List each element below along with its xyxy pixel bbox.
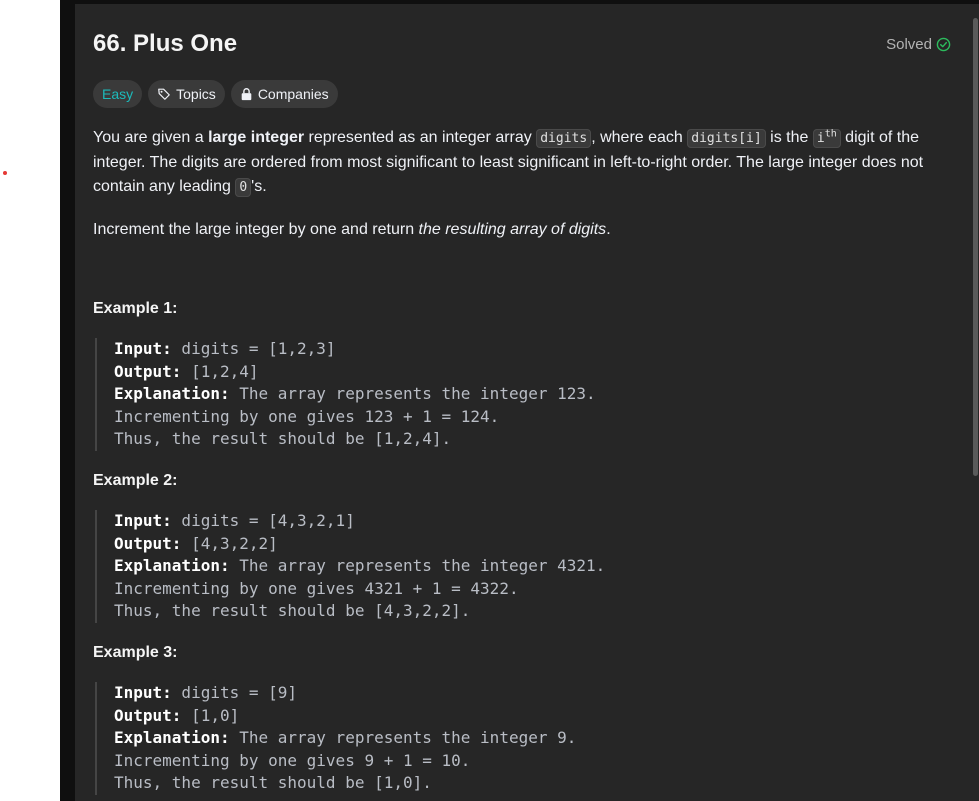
- problem-title[interactable]: 66. Plus One: [93, 30, 237, 58]
- input-value: digits = [1,2,3]: [171, 339, 336, 358]
- example-3-title: Example 3:: [93, 644, 178, 661]
- explanation-value: The array represents the integer 9.: [229, 728, 577, 747]
- difficulty-label: Easy: [102, 86, 134, 102]
- example-1-title: Example 1:: [93, 300, 178, 317]
- explanation-value: The array represents the integer 4321.: [229, 556, 606, 575]
- example-explanation-line: Explanation: The array represents the in…: [114, 727, 914, 750]
- inline-code-digits: digits: [536, 129, 592, 148]
- inline-code-ith: ith: [812, 128, 841, 148]
- explanation-label: Explanation:: [114, 728, 230, 747]
- output-value: [4,3,2,2]: [181, 533, 278, 553]
- output-label: Output:: [114, 361, 182, 381]
- lock-icon: [240, 87, 253, 101]
- example-input-line: Input: digits = [9]: [114, 682, 914, 705]
- output-value: [1,0]: [181, 705, 240, 725]
- explanation-value: The array represents the integer 123.: [229, 384, 596, 403]
- problem-tags: Easy Topics Companies: [93, 80, 338, 108]
- desc-text: 's.: [251, 178, 267, 195]
- example-1-block: Input: digits = [1,2,3] Output: [1,2,4] …: [95, 338, 914, 451]
- companies-button[interactable]: Companies: [230, 80, 338, 108]
- output-label: Output:: [114, 533, 182, 553]
- example-explanation-line-2: Incrementing by one gives 9 + 1 = 10.: [114, 750, 471, 770]
- desc-text: Increment the large integer by one and r…: [93, 221, 419, 238]
- example-input-line: Input: digits = [4,3,2,1]: [114, 510, 914, 533]
- desc-text: is the: [765, 129, 813, 146]
- desc-text: , where each: [591, 129, 688, 146]
- input-value: digits = [4,3,2,1]: [171, 511, 355, 530]
- companies-label: Companies: [257, 86, 329, 102]
- explanation-label: Explanation:: [114, 556, 230, 575]
- output-label: Output:: [114, 705, 182, 725]
- panel-divider[interactable]: [60, 0, 75, 801]
- input-label: Input:: [114, 339, 172, 358]
- difficulty-badge[interactable]: Easy: [93, 80, 143, 108]
- input-label: Input:: [114, 683, 172, 702]
- input-value: digits = [9]: [171, 683, 298, 702]
- scrollbar-thumb[interactable]: [973, 18, 978, 476]
- example-input-line: Input: digits = [1,2,3]: [114, 338, 914, 361]
- example-explanation-line: Explanation: The array represents the in…: [114, 555, 914, 578]
- example-explanation-line-3: Thus, the result should be [1,2,4].: [114, 429, 452, 448]
- red-dot-marker: [3, 171, 7, 175]
- description-paragraph-1: You are given a large integer represente…: [93, 126, 943, 200]
- inline-code-digits-i: digits[i]: [687, 129, 766, 148]
- ith-superscript: th: [824, 128, 837, 140]
- left-gutter: [0, 0, 60, 801]
- desc-text: represented as an integer array: [304, 129, 537, 146]
- ith-base: i: [816, 131, 825, 146]
- tag-icon: [157, 87, 171, 101]
- example-explanation-line-2: Incrementing by one gives 4321 + 1 = 432…: [114, 578, 519, 598]
- example-output-line: Output: [4,3,2,2]: [114, 533, 914, 556]
- explanation-label: Explanation:: [114, 384, 230, 403]
- topics-button[interactable]: Topics: [148, 80, 225, 108]
- example-3-block: Input: digits = [9] Output: [1,0] Explan…: [95, 682, 914, 795]
- solved-status: Solved: [886, 36, 951, 53]
- desc-bold: large integer: [208, 129, 305, 146]
- example-output-line: Output: [1,2,4]: [114, 361, 914, 384]
- example-explanation-line-2: Incrementing by one gives 123 + 1 = 124.: [114, 406, 500, 426]
- check-circle-icon: [936, 37, 951, 52]
- example-2-title: Example 2:: [93, 472, 178, 489]
- example-explanation-line: Explanation: The array represents the in…: [114, 383, 914, 406]
- problem-description-panel: 66. Plus One Solved Easy Topics Companie…: [75, 4, 971, 801]
- example-2-block: Input: digits = [4,3,2,1] Output: [4,3,2…: [95, 510, 914, 623]
- topics-label: Topics: [176, 86, 216, 102]
- desc-text: You are given a: [93, 129, 209, 146]
- inline-code-zero: 0: [235, 178, 252, 197]
- solved-label: Solved: [886, 36, 932, 53]
- desc-emphasis: the resulting array of digits: [418, 221, 607, 238]
- input-label: Input:: [114, 511, 172, 530]
- example-explanation-line-3: Thus, the result should be [1,0].: [114, 773, 432, 792]
- description-paragraph-2: Increment the large integer by one and r…: [93, 218, 943, 242]
- problem-description: You are given a large integer represente…: [93, 126, 943, 260]
- example-output-line: Output: [1,0]: [114, 705, 914, 728]
- desc-text: .: [606, 221, 611, 238]
- output-value: [1,2,4]: [181, 361, 259, 381]
- example-explanation-line-3: Thus, the result should be [4,3,2,2].: [114, 601, 471, 620]
